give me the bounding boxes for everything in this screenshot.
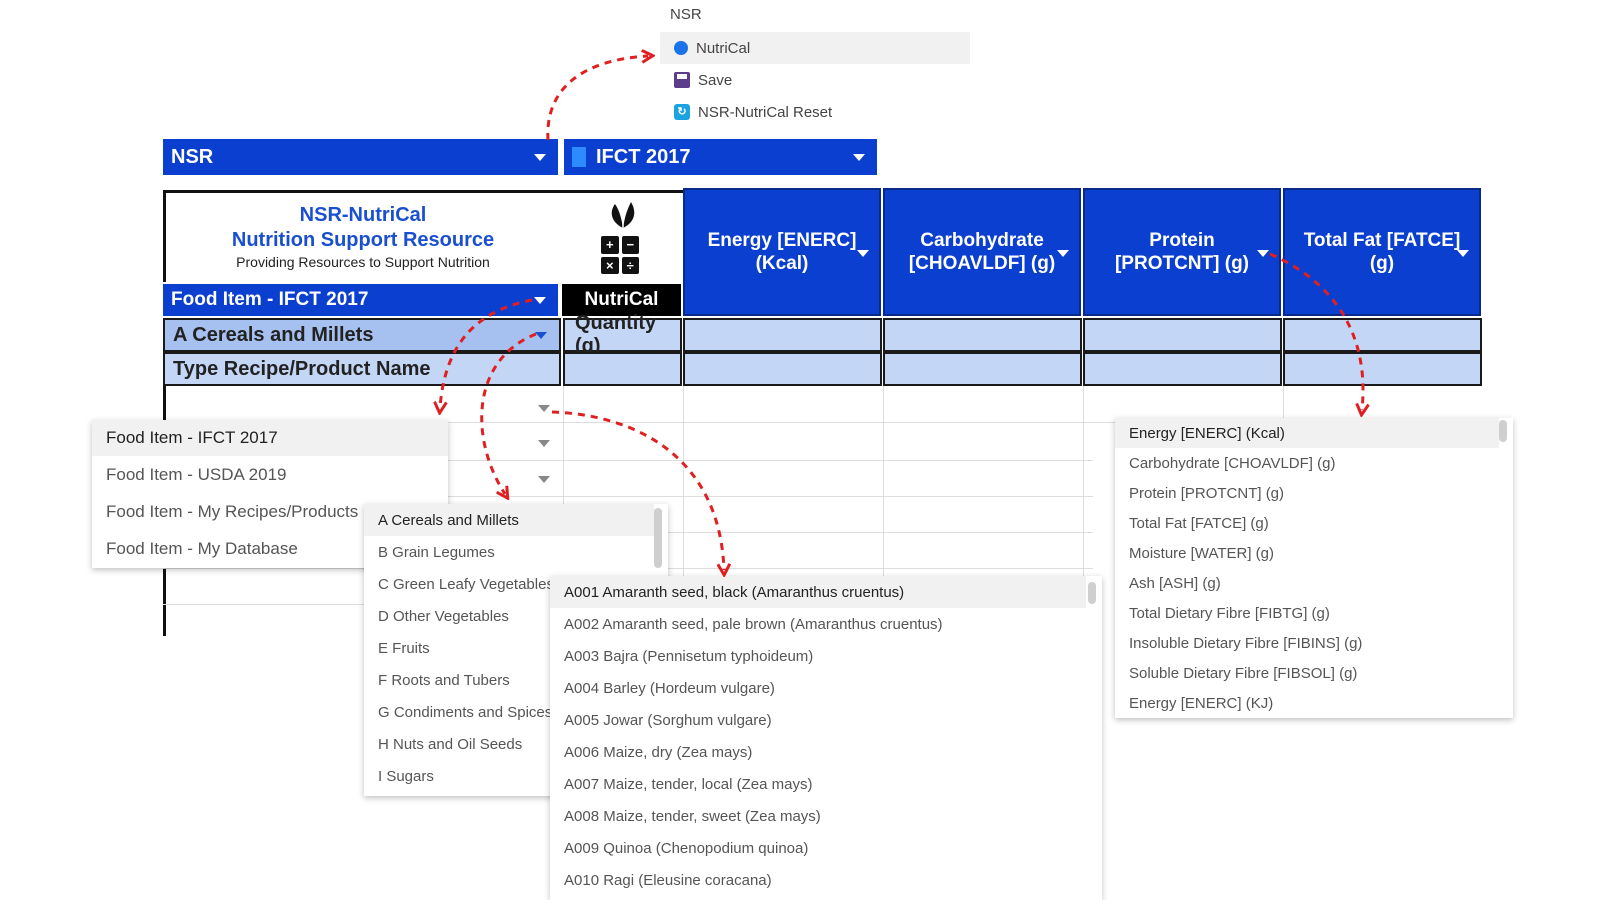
arrow-to-nutrical-menu bbox=[546, 56, 648, 141]
arrow-to-category-dropdown bbox=[480, 332, 537, 494]
annotation-arrows bbox=[0, 0, 1600, 900]
arrow-to-food-dropdown bbox=[551, 410, 724, 570]
arrow-to-nutrient-dropdown bbox=[1269, 252, 1363, 410]
